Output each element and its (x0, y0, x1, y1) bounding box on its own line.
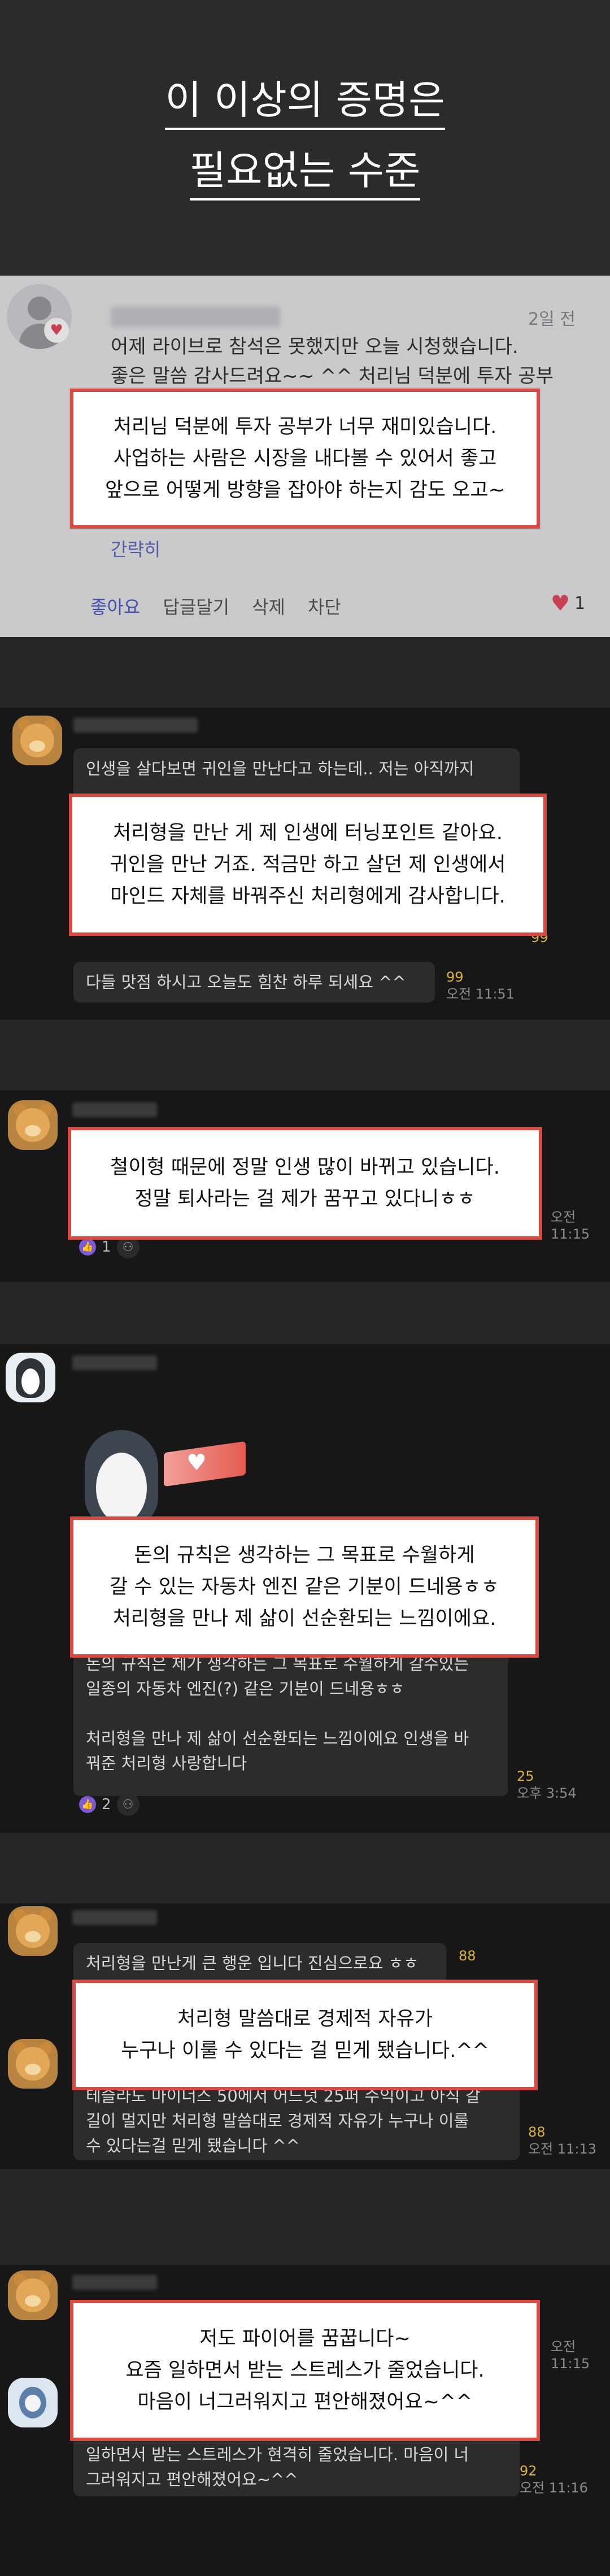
avatar-face (25, 2395, 41, 2412)
avatar-snout (25, 2295, 41, 2307)
message-bubble: 처리형을 만난게 큰 행운 입니다 진심으로요 ㅎㅎ (73, 1943, 446, 1984)
highlight-line: 처리형을 만나 제 삶이 선순환되는 느낌이에요. (112, 1607, 496, 1630)
unread-count: 88 (459, 1948, 476, 1964)
highlight-line: 요즘 일하면서 받는 스트레스가 줄었습니다. (125, 2359, 485, 2382)
unread-count: 25 (517, 1768, 534, 1784)
unread-count: 88 (528, 2124, 546, 2140)
message-time: 오전 11:13 (528, 2141, 596, 2157)
message-bubble: 다들 맛점 하시고 오늘도 힘찬 하루 되세요 ^^ (73, 962, 435, 1002)
message-line: 길이 멀지만 처리형 말씀대로 경제적 자유가 누구나 이룰 (86, 2111, 469, 2130)
message-time: 오전 11:15 (551, 2339, 590, 2372)
reaction-bar[interactable]: 👍 2 ⚇ (79, 1793, 140, 1816)
highlight-box-4: 돈의 규칙은 생각하는 그 목표로 수월하게 갈 수 있는 자동차 엔진 같은 … (70, 1516, 539, 1658)
person-icon[interactable]: ⚇ (116, 1793, 140, 1816)
unread-count: 99 (446, 969, 464, 985)
message-line: 일하면서 받는 스트레스가 현격히 줄었습니다. 마음이 너 (86, 2445, 469, 2464)
blurred-username (72, 2275, 157, 2290)
message-time: 오전 11:15 (551, 1209, 590, 1242)
message-text: 인생을 살다보면 귀인을 만난다고 하는데.. 저는 아직까지 (86, 759, 474, 778)
highlight-box-5: 처리형 말씀대로 경제적 자유가 누구나 이룰 수 있다는 걸 믿게 됐습니다.… (72, 1980, 538, 2090)
hero-header: 이 이상의 증명은 필요없는 수준 (0, 0, 610, 277)
section-separator (0, 2169, 610, 2265)
message-line: 그러워지고 편안해졌어요~^^ (86, 2470, 298, 2489)
penguin-belly (96, 1453, 147, 1523)
highlight-line: 앞으로 어떻게 방향을 잡아야 하는지 감도 오고~ (105, 479, 505, 502)
highlight-line: 누구나 이룰 수 있다는 걸 믿게 됐습니다.^^ (121, 2039, 489, 2062)
reaction-count: 1 (102, 1239, 111, 1256)
highlight-box-1: 처리님 덕분에 투자 공부가 너무 재미있습니다. 사업하는 사람은 시장을 내… (70, 389, 540, 529)
section-separator (0, 1282, 610, 1344)
blurred-username (72, 1355, 157, 1370)
highlight-line: 정말 퇴사라는 걸 제가 꿈꾸고 있다니ㅎㅎ (134, 1188, 476, 1210)
avatar (8, 1100, 58, 1150)
heart-icon: ♥ (186, 1450, 207, 1476)
hero-title-line1: 이 이상의 증명은 (165, 72, 445, 130)
highlight-line: 마인드 자체를 바꿔주신 처리형에게 감사합니다. (110, 885, 506, 908)
highlight-line: 처리형 말씀대로 경제적 자유가 (177, 2008, 433, 2030)
hero-title: 이 이상의 증명은 필요없는 수준 (0, 65, 610, 206)
blurred-username (72, 1910, 157, 1925)
avatar-snout (25, 1931, 41, 1942)
message-line: 처리형을 만나 제 삶이 선순환되는 느낌이에요 인생을 바 (86, 1729, 469, 1748)
highlight-line: 마음이 너그러워지고 편안해졌어요~^^ (137, 2391, 473, 2413)
highlight-line: 돈의 규칙은 생각하는 그 목표로 수월하게 (134, 1544, 475, 1567)
blurred-username (72, 1102, 157, 1117)
avatar (8, 1906, 58, 1956)
highlight-line: 갈 수 있는 자동차 엔진 같은 기분이 드네용ㅎㅎ (110, 1576, 499, 1598)
highlight-line: 철이형 때문에 정말 인생 많이 바뀌고 있습니다. (110, 1156, 500, 1179)
avatar (6, 1353, 55, 1402)
message-bubble: 돈의 규칙은 제가 생각하는 그 목표로 수월하게 갈수있는 일종의 자동차 엔… (73, 1644, 508, 1796)
message-meta: 99 오전 11:51 (446, 969, 515, 1002)
message-meta: 오전 11:15 (551, 2338, 610, 2372)
highlight-box-6: 저도 파이어를 꿈꿉니다~ 요즘 일하면서 받는 스트레스가 줄었습니다. 마음… (70, 2300, 540, 2441)
section-separator (0, 637, 610, 708)
message-time: 오전 11:51 (446, 986, 515, 1002)
message-meta: 88 (459, 1947, 476, 1964)
message-meta: 25 오후 3:54 (517, 1768, 577, 1802)
message-time: 오후 3:54 (517, 1785, 577, 1801)
highlight-line: 귀인을 만난 거죠. 적금만 하고 살던 제 인생에서 (110, 853, 506, 876)
message-text: 처리형을 만난게 큰 행운 입니다 진심으로요 ㅎㅎ (86, 1954, 419, 1973)
avatar-snout (29, 740, 45, 752)
thumbs-up-icon: 👍 (79, 1796, 96, 1813)
message-time: 오전 11:16 (520, 2480, 588, 2496)
avatar-belly (21, 1368, 40, 1394)
message-text: 다들 맛점 하시고 오늘도 힘찬 하루 되세요 ^^ (86, 973, 406, 992)
highlight-line: 저도 파이어를 꿈꿉니다~ (199, 2327, 411, 2350)
hero-title-line2: 필요없는 수준 (189, 143, 421, 200)
section-separator (0, 1833, 610, 1903)
message-line: 꿔준 처리형 사랑합니다 (86, 1754, 247, 1773)
avatar (12, 716, 62, 765)
avatar (8, 2270, 58, 2320)
section-separator (0, 1019, 610, 1090)
message-meta: 88 오전 11:13 (528, 2124, 596, 2157)
highlight-line: 처리님 덕분에 투자 공부가 너무 재미있습니다. (113, 416, 497, 438)
avatar (8, 2378, 58, 2427)
highlight-line: 처리형을 만난 게 제 인생에 터닝포인트 같아요. (113, 822, 503, 844)
unread-count: 92 (520, 2463, 537, 2479)
blurred-username (73, 718, 198, 733)
message-line: 수 있다는걸 믿게 됐습니다 ^^ (86, 2136, 300, 2155)
message-line (86, 1701, 496, 1726)
avatar-snout (25, 2064, 41, 2075)
highlight-box-3: 철이형 때문에 정말 인생 많이 바뀌고 있습니다. 정말 퇴사라는 걸 제가 … (68, 1127, 542, 1240)
message-meta: 오전 11:15 (551, 1209, 610, 1243)
avatar-snout (25, 1125, 41, 1136)
message-meta: 92 오전 11:16 (520, 2462, 588, 2496)
reaction-count: 2 (102, 1796, 111, 1813)
avatar (8, 2039, 58, 2089)
highlight-box-2: 처리형을 만난 게 제 인생에 터닝포인트 같아요. 귀인을 만난 거죠. 적금… (69, 794, 547, 936)
thumbs-up-icon: 👍 (79, 1239, 96, 1256)
highlight-line: 사업하는 사람은 시장을 내다볼 수 있어서 좋고 (113, 447, 497, 470)
message-line: 일종의 자동차 엔진(?) 같은 기분이 드네용ㅎㅎ (86, 1679, 405, 1698)
message-bubble: 일하면서 받는 스트레스가 현격히 줄었습니다. 마음이 너 그러워지고 편안해… (73, 2434, 520, 2496)
